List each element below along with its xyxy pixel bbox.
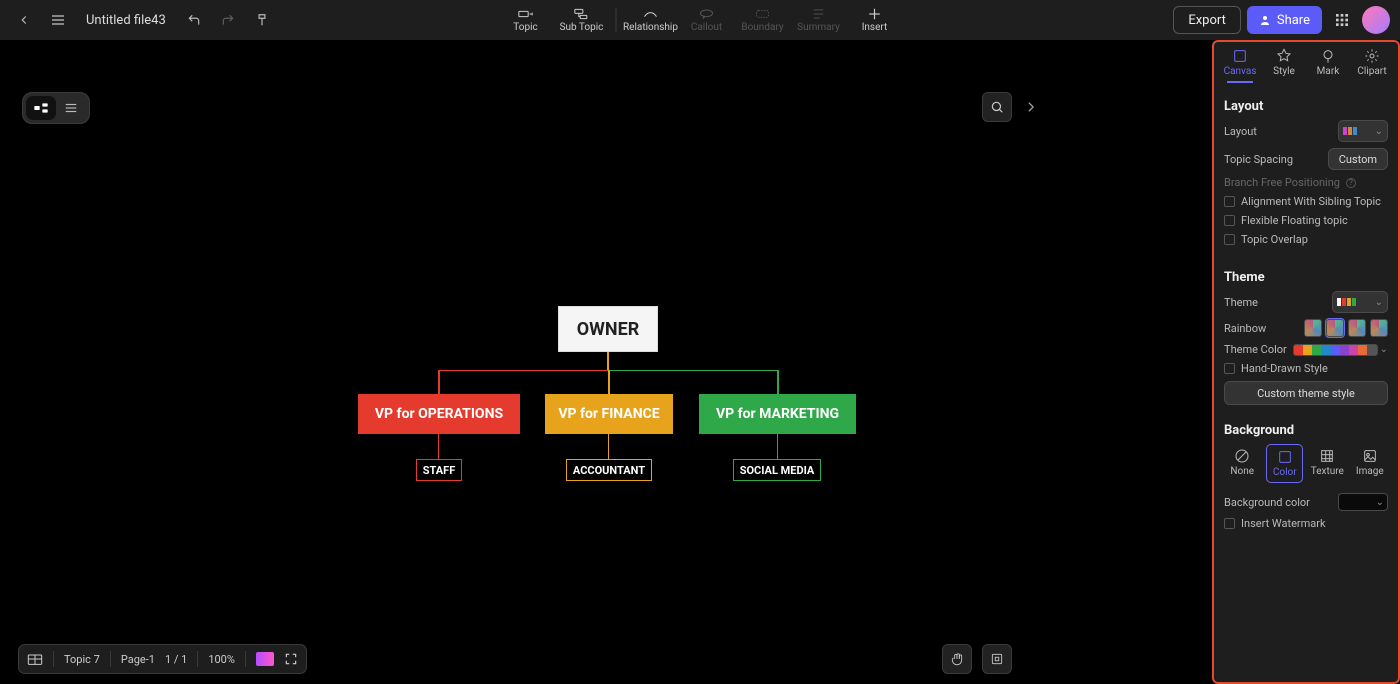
connector: [438, 370, 608, 371]
align-sibling-check[interactable]: Alignment With Sibling Topic: [1224, 195, 1388, 208]
connector: [438, 434, 439, 459]
tool-relationship[interactable]: Relationship: [623, 0, 679, 40]
node-accountant[interactable]: ACCOUNTANT: [566, 459, 652, 481]
spacing-label: Topic Spacing: [1224, 153, 1293, 166]
canvas[interactable]: OWNER VP for OPERATIONS VP for FINANCE V…: [0, 40, 1212, 684]
tool-subtopic[interactable]: Sub Topic: [554, 0, 610, 40]
format-painter-button[interactable]: [248, 6, 276, 34]
fit-view-button[interactable]: [982, 644, 1012, 674]
rainbow-opt-4[interactable]: [1370, 319, 1388, 337]
theme-color-label: Theme Color: [1224, 343, 1287, 356]
spacing-button[interactable]: Custom: [1328, 148, 1388, 170]
layout-select[interactable]: ⌄: [1338, 120, 1388, 142]
redo-button[interactable]: [214, 6, 242, 34]
info-icon[interactable]: ?: [1346, 178, 1356, 188]
hand-tool-button[interactable]: [942, 644, 972, 674]
tab-mark[interactable]: Mark: [1306, 48, 1350, 83]
avatar[interactable]: [1362, 6, 1390, 34]
app-header: Untitled file43 Topic Sub Topic Relation…: [0, 0, 1400, 40]
panel-collapse-button[interactable]: [1024, 94, 1038, 120]
connector: [607, 352, 609, 370]
apps-button[interactable]: [1328, 6, 1356, 34]
ai-button[interactable]: [256, 652, 274, 666]
node-root[interactable]: OWNER: [558, 306, 658, 352]
theme-select[interactable]: ⌄: [1332, 291, 1388, 313]
connector: [438, 370, 440, 394]
bg-opt-image[interactable]: Image: [1352, 444, 1388, 483]
document-title[interactable]: Untitled file43: [86, 13, 166, 28]
toolbar: Topic Sub Topic Relationship Callout Bou…: [498, 0, 903, 40]
bg-color-label: Background color: [1224, 496, 1310, 509]
connector: [777, 434, 778, 459]
status-topic: Topic 7: [64, 653, 100, 666]
theme-color-strip[interactable]: [1293, 344, 1378, 356]
view-outline[interactable]: [56, 96, 86, 120]
theme-label: Theme: [1224, 296, 1258, 309]
connector: [608, 370, 610, 394]
layout-label: Layout: [1224, 125, 1257, 138]
status-page[interactable]: Page-1: [121, 653, 155, 666]
share-button[interactable]: Share: [1247, 6, 1322, 34]
node-staff[interactable]: STAFF: [416, 459, 462, 481]
section-theme-title: Theme: [1224, 270, 1388, 285]
canvas-right-buttons: [942, 644, 1012, 674]
status-bar: Topic 7 Page-1 1 / 1 100%: [18, 644, 307, 674]
panel-tabs: Canvas Style Mark Clipart: [1214, 42, 1398, 87]
menu-button[interactable]: [44, 6, 72, 34]
bg-opt-texture[interactable]: Texture: [1309, 444, 1345, 483]
overlap-check[interactable]: Topic Overlap: [1224, 233, 1388, 246]
view-toggle: [22, 92, 90, 124]
tool-insert[interactable]: Insert: [847, 0, 903, 40]
rainbow-opt-2[interactable]: [1326, 319, 1344, 337]
right-panel: Canvas Style Mark Clipart Layout Layout …: [1212, 40, 1400, 684]
tool-summary: Summary: [791, 0, 847, 40]
pages-button[interactable]: [27, 652, 43, 666]
flex-float-check[interactable]: Flexible Floating topic: [1224, 214, 1388, 227]
search-button[interactable]: [982, 92, 1012, 122]
bg-color-picker[interactable]: ⌄: [1338, 493, 1388, 511]
back-button[interactable]: [10, 6, 38, 34]
status-zoom[interactable]: 100%: [208, 653, 235, 666]
watermark-check[interactable]: Insert Watermark: [1224, 517, 1388, 530]
node-vp-marketing[interactable]: VP for MARKETING: [699, 394, 856, 434]
tool-callout: Callout: [679, 0, 735, 40]
section-layout-title: Layout: [1224, 99, 1388, 114]
connector: [608, 434, 609, 459]
export-button[interactable]: Export: [1173, 6, 1241, 34]
connector: [777, 370, 779, 394]
fullscreen-button[interactable]: [284, 652, 298, 666]
node-vp-finance[interactable]: VP for FINANCE: [545, 394, 673, 434]
rainbow-opt-3[interactable]: [1348, 319, 1366, 337]
hand-drawn-check[interactable]: Hand-Drawn Style: [1224, 362, 1388, 375]
undo-button[interactable]: [180, 6, 208, 34]
custom-theme-button[interactable]: Custom theme style: [1224, 381, 1388, 405]
connector: [608, 370, 778, 371]
rainbow-label: Rainbow: [1224, 322, 1266, 335]
rainbow-opt-1[interactable]: [1304, 319, 1322, 337]
node-social-media[interactable]: SOCIAL MEDIA: [733, 459, 821, 481]
tab-canvas[interactable]: Canvas: [1218, 48, 1262, 83]
section-background-title: Background: [1224, 423, 1388, 438]
view-mindmap[interactable]: [26, 96, 56, 120]
node-vp-operations[interactable]: VP for OPERATIONS: [358, 394, 520, 434]
tab-clipart[interactable]: Clipart: [1350, 48, 1394, 83]
tab-style[interactable]: Style: [1262, 48, 1306, 83]
bg-opt-none[interactable]: None: [1224, 444, 1260, 483]
bg-opt-color[interactable]: Color: [1266, 444, 1303, 483]
tool-boundary: Boundary: [735, 0, 791, 40]
status-page-number: 1 / 1: [165, 653, 187, 666]
tool-topic[interactable]: Topic: [498, 0, 554, 40]
branch-free-row: Branch Free Positioning ?: [1224, 176, 1388, 189]
